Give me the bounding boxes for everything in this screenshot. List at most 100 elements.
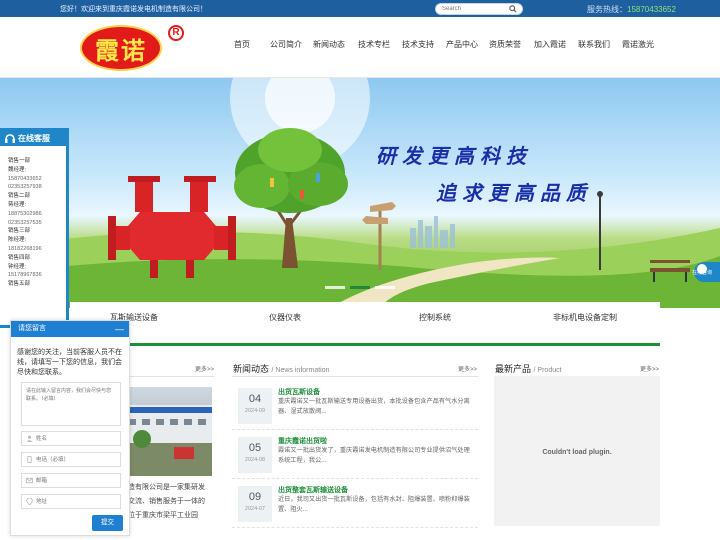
company-logo[interactable]: 霞诺 R	[80, 25, 184, 71]
location-icon	[26, 498, 33, 505]
nav-item-news[interactable]: 新闻动态	[313, 39, 345, 50]
news-date: 04 2024-09	[238, 388, 272, 424]
news-day: 09	[248, 491, 262, 503]
banner-pagination	[325, 282, 400, 289]
email-input[interactable]	[36, 476, 118, 486]
mail-icon	[26, 477, 33, 484]
about-text-line: 位于重庆市梁平工业园	[128, 512, 198, 519]
category-tab-custom-equipment[interactable]: 非标机电设备定制	[553, 312, 617, 323]
about-more-link[interactable]: 更多>>	[195, 364, 214, 373]
message-popup-title: 请您留言	[18, 325, 46, 332]
message-intro: 感谢您的关注，当前客服人员不在线，请填写一下您的信息，我们会尽快和您联系。	[17, 349, 122, 376]
service-phone[interactable]: 02353257535	[8, 219, 64, 228]
building-photo	[122, 405, 212, 476]
banner-dot-active[interactable]	[350, 286, 370, 289]
products-subtitle: / Product	[533, 367, 562, 374]
service-line: 蒋经理:	[8, 201, 27, 208]
products-more-link[interactable]: 更多>>	[640, 364, 659, 373]
hotline-label: 服务热线：	[587, 5, 627, 14]
name-field[interactable]	[21, 431, 121, 446]
products-title: 最新产品	[495, 364, 532, 374]
leave-message-popup: 请您留言 — 感谢您的关注，当前客服人员不在线，请填写一下您的信息，我们会尽快和…	[10, 320, 130, 536]
company-building-image[interactable]	[122, 387, 212, 476]
nav-item-tech-support[interactable]: 技术支持	[402, 39, 434, 50]
phone-icon	[27, 456, 32, 463]
hero-banner[interactable]: 研发更高科技 追求更高品质	[0, 78, 720, 308]
phone-input[interactable]	[36, 455, 118, 465]
news-day: 05	[248, 442, 262, 454]
news-day: 04	[248, 393, 262, 405]
news-year-month: 2024-08	[244, 457, 266, 463]
message-content-input[interactable]	[22, 383, 118, 423]
news-item[interactable]: 05 2024-08 重庆霞诺出货啦 霞诺又一批出货发了，重庆霞诺发电机制造有限公…	[232, 435, 478, 479]
product-category-tabs: 瓦斯输送设备 仪器仪表 控制系统 非标机电设备定制	[70, 302, 660, 346]
service-line: 钟经理:	[8, 263, 27, 270]
category-tab-control-systems[interactable]: 控制系统	[419, 312, 451, 323]
online-service-panel: 在线客服 销售一部 魏经理: 15870433652 02353257938 销…	[0, 128, 69, 328]
news-divider	[232, 376, 478, 377]
banner-slogan-line1: 研发更高科技	[376, 144, 532, 168]
category-tab-instruments[interactable]: 仪器仪表	[269, 312, 301, 323]
news-item-title[interactable]: 出货整套瓦斯输送设备	[278, 485, 348, 495]
about-divider	[122, 376, 214, 377]
news-item[interactable]: 04 2024-09 出货瓦斯设备 重庆霞诺又一批瓦斯输送专用设备出货，本批设备包…	[232, 386, 478, 430]
products-section-title: 最新产品 / Product	[495, 362, 562, 375]
message-content-area[interactable]	[21, 382, 121, 426]
service-phone[interactable]: 15870433652	[8, 175, 64, 184]
online-consult-button[interactable]: 在线咨询	[692, 262, 720, 282]
phone-field[interactable]	[21, 452, 121, 467]
registered-mark-icon: R	[168, 25, 184, 41]
address-field[interactable]	[21, 494, 121, 509]
submit-button[interactable]: 提交	[92, 515, 123, 531]
hotline-number: 15870433652	[627, 5, 676, 14]
online-service-header[interactable]: 在线客服	[0, 131, 66, 146]
news-item-desc: 重庆霞诺又一批瓦斯输送专用设备出货，本批设备包含产品有气水分离器、湿式放散阀..…	[278, 398, 470, 415]
service-line: 销售四部	[8, 254, 31, 261]
banner-scene	[0, 78, 720, 308]
service-phone[interactable]: 02353257938	[8, 183, 64, 192]
site-header: 霞诺 R 首页 公司简介 新闻动态 技术专栏 技术支持 产品中心 资质荣誉 加入…	[0, 17, 720, 78]
news-item-title[interactable]: 重庆霞诺出货啦	[278, 436, 327, 446]
search-icon[interactable]	[509, 5, 517, 13]
online-consult-label: 在线咨询	[692, 270, 713, 276]
nav-item-contact[interactable]: 联系我们	[578, 39, 610, 50]
nav-item-laser[interactable]: 霞诺激光	[622, 39, 654, 50]
nav-item-home[interactable]: 首页	[234, 39, 250, 50]
service-phone[interactable]: 18182268196	[8, 245, 64, 254]
news-item-desc: 近日，我司又出货一批瓦斯设备，包括有水封、阻爆装置、喷粉抑爆装置、阻火...	[278, 496, 470, 513]
product-plugin-placeholder: Couldn't load plugin.	[494, 376, 660, 526]
nav-item-products[interactable]: 产品中心	[446, 39, 478, 50]
news-section-title: 新闻动态 / News information	[233, 362, 330, 375]
service-phone[interactable]: 15178967836	[8, 271, 64, 280]
nav-item-join[interactable]: 加入霞诺	[534, 39, 566, 50]
online-service-title: 在线客服	[18, 134, 50, 143]
news-year-month: 2024-07	[244, 506, 266, 512]
address-input[interactable]	[36, 497, 118, 507]
hotline: 服务热线：15870433652	[587, 4, 676, 15]
name-input[interactable]	[36, 434, 118, 444]
nav-item-honors[interactable]: 资质荣誉	[489, 39, 521, 50]
search-input[interactable]	[442, 4, 506, 14]
logo-text: 霞诺	[95, 36, 147, 65]
message-popup-header: 请您留言 —	[11, 321, 129, 337]
service-phone[interactable]: 18875302986	[8, 210, 64, 219]
headset-icon	[5, 134, 15, 143]
news-subtitle: / News information	[271, 367, 330, 374]
banner-dot[interactable]	[375, 286, 395, 289]
service-line: 陈经理:	[8, 237, 27, 244]
banner-dot[interactable]	[325, 286, 345, 289]
news-item-title[interactable]: 出货瓦斯设备	[278, 387, 320, 397]
about-intro-text: 造有限公司是一家集研发 交流、销售服务于一体的 位于重庆市梁平工业园	[128, 481, 220, 523]
news-more-link[interactable]: 更多>>	[458, 364, 477, 373]
search-box[interactable]	[435, 3, 523, 15]
news-date: 09 2024-07	[238, 486, 272, 522]
minimize-icon[interactable]: —	[115, 321, 124, 337]
news-item[interactable]: 09 2024-07 出货整套瓦斯输送设备 近日，我司又出货一批瓦斯设备，包括有水…	[232, 484, 478, 528]
nav-item-tech-column[interactable]: 技术专栏	[358, 39, 390, 50]
online-service-list: 销售一部 魏经理: 15870433652 02353257938 销售二部 蒋…	[8, 157, 64, 289]
news-date: 05 2024-08	[238, 437, 272, 473]
nav-item-about[interactable]: 公司简介	[270, 39, 302, 50]
email-field[interactable]	[21, 473, 121, 488]
news-item-desc: 霞诺又一批出货发了，重庆霞诺发电机制造有限公司专业提供沼气处理系统工程，我公..…	[278, 447, 470, 464]
news-year-month: 2024-09	[244, 408, 266, 414]
